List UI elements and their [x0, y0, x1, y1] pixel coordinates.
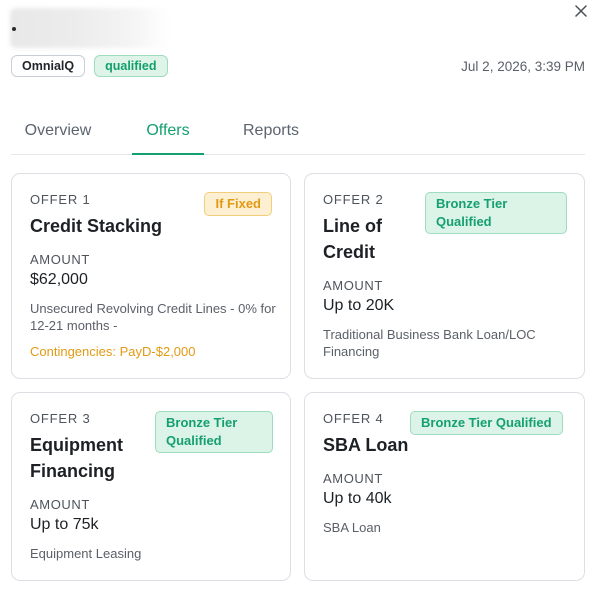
offer-description: Traditional Business Bank Loan/LOC Finan… — [323, 327, 536, 359]
offer-title: SBA Loan — [323, 435, 409, 455]
offer-card-3[interactable]: OFFER 3 Equipment Financing Bronze Tier … — [11, 392, 291, 581]
amount-label: AMOUNT — [30, 497, 90, 512]
amount-value: Up to 20K — [323, 297, 395, 314]
offer-title: Equipment Financing — [30, 435, 123, 481]
offer-title: Line of Credit — [323, 216, 382, 262]
amount-value: $62,000 — [30, 271, 88, 288]
amount-value: Up to 40k — [323, 490, 392, 507]
amount-label: AMOUNT — [323, 278, 383, 293]
offer-card-1[interactable]: OFFER 1 Credit Stacking If Fixed AMOUNT … — [11, 173, 291, 379]
offer-description: Equipment Leasing — [30, 546, 142, 561]
offer-card-4[interactable]: OFFER 4 SBA Loan Bronze Tier Qualified A… — [304, 392, 585, 581]
offer-number: OFFER 2 — [323, 192, 384, 207]
offer-title: Credit Stacking — [30, 216, 163, 236]
name-mark — [12, 27, 16, 31]
offer-badge: Bronze Tier Qualified — [155, 411, 273, 453]
close-icon — [575, 5, 587, 17]
offer-badge: Bronze Tier Qualified — [410, 411, 563, 435]
tab-reports[interactable]: Reports — [233, 108, 309, 154]
offer-contingencies: Contingencies: PayD-$2,000 — [30, 344, 196, 359]
close-button[interactable] — [572, 2, 590, 20]
offer-badge: If Fixed — [204, 192, 272, 216]
offer-badge: Bronze Tier Qualified — [425, 192, 567, 234]
offer-description: SBA Loan — [323, 520, 381, 535]
offer-number: OFFER 1 — [30, 192, 91, 207]
amount-label: AMOUNT — [30, 252, 90, 267]
offer-number: OFFER 4 — [323, 411, 384, 426]
offers-panel: OmnialQ qualified Jul 2, 2026, 3:39 PM O… — [0, 0, 598, 598]
redacted-name — [10, 8, 170, 48]
offer-card-2[interactable]: OFFER 2 Line of Credit Bronze Tier Quali… — [304, 173, 585, 379]
offer-number: OFFER 3 — [30, 411, 91, 426]
amount-label: AMOUNT — [323, 471, 383, 486]
amount-value: Up to 75k — [30, 516, 99, 533]
offer-description: Unsecured Revolving Credit Lines - 0% fo… — [30, 301, 276, 333]
timestamp: Jul 2, 2026, 3:39 PM — [461, 59, 585, 74]
tab-offers[interactable]: Offers — [132, 108, 204, 155]
header-chips: OmnialQ qualified — [11, 55, 168, 77]
source-chip: OmnialQ — [11, 55, 86, 77]
status-badge: qualified — [94, 55, 168, 77]
tab-overview[interactable]: Overview — [11, 108, 105, 154]
tab-bar: Overview Offers Reports — [11, 108, 585, 155]
